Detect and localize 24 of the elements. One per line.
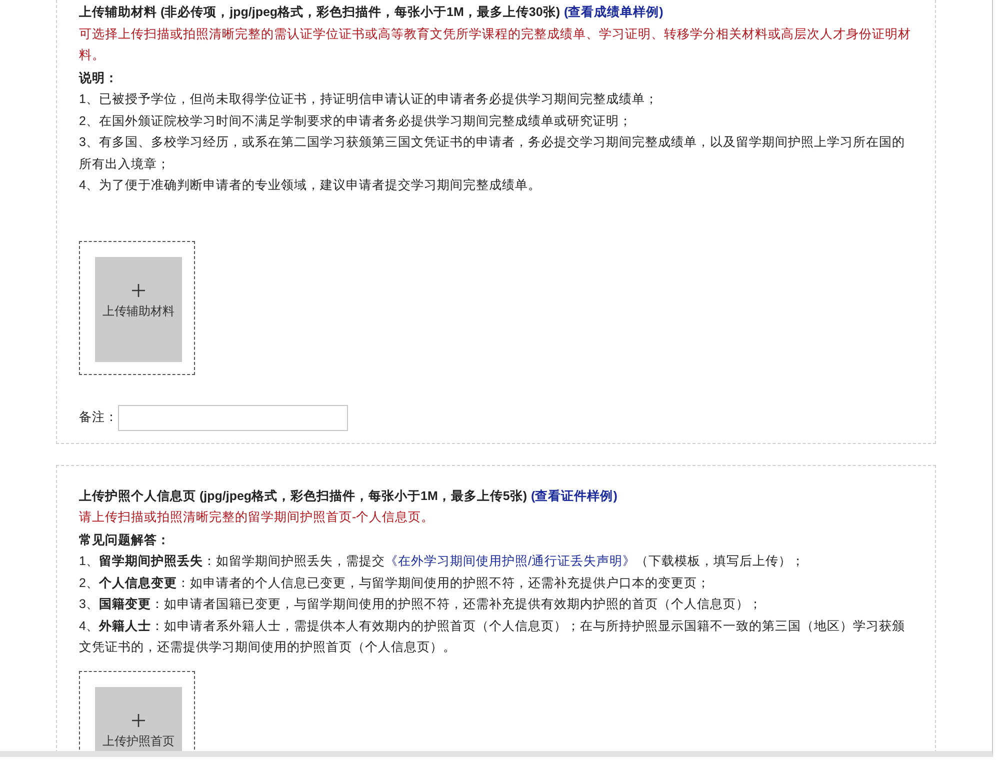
upload-button[interactable]: 上传护照首页 [95, 686, 182, 751]
instruction-text: （下载模板，填写后上传）； [635, 554, 804, 568]
upload-button[interactable]: 上传辅助材料 [95, 256, 182, 362]
note-text: 可选择上传扫描或拍照清晰完整的需认证学位证书或高等教育文凭所学课程的完整成绩单、学习证明、转移学分相关材料或高层次人才身份证明材料。 [79, 26, 912, 64]
section-title: 上传护照个人信息页 (jpg/jpeg格式，彩色扫描件，每张小于1M，最多上传5张) [79, 488, 528, 502]
section-title: 上传辅助材料 (非必传项，jpg/jpeg格式，彩色扫描件，每张小于1M，最多上传30张) [79, 5, 560, 19]
instruction-text: 4、外籍人士：如申请者系外籍人士，需提供本人有效期内的护照首页（个人信息页）；在与所持护照显示国籍不一致的第三国（地区）学习获颁文凭证书的，还需提供学习期间使用的护照首页（个人信息页）。 [79, 618, 905, 654]
instruction-text: 3、有多国、多校学习经历，或系在第二国学习获颁第三国文凭证书的申请者，务必提交学习期间完整成绩单，以及留学期间护照上学习所在国的所有出入境章； [79, 135, 905, 170]
instruction-text: 2、个人信息变更：如申请者的个人信息已变更，与留学期间使用的护照不符，还需补充提供户口本的变更页； [79, 576, 710, 590]
note-text: 请上传扫描或拍照清晰完整的留学期间护照首页-个人信息页。 [79, 509, 436, 526]
sample-link[interactable]: (查看成绩单样例) [564, 5, 664, 19]
section-heading: 说明： [79, 70, 119, 86]
instruction-text: 4、为了便于准确判断申请者的专业领域，建议申请者提交学习期间完整成绩单。 [79, 178, 541, 192]
sample-link[interactable]: (查看证件样例) [531, 488, 618, 502]
instruction-text: 1、已被授予学位，但尚未取得学位证书，持证明信申请认证的申请者务必提供学习期间完整成绩单； [79, 92, 658, 106]
instruction-text: 3、国籍变更：如申请者国籍已变更，与留学期间使用的护照不符，还需补充提供有效期内护照的首页（个人信息页）； [79, 597, 762, 611]
instruction-text: 1、留学期间护照丢失：如留学期间护照丢失，需提交 [79, 554, 385, 568]
remark-label: 备注： [79, 408, 118, 426]
template-link[interactable]: 《在外学习期间使用护照/通行证丢失声明》 [384, 554, 636, 568]
plus-icon [132, 284, 145, 296]
remark-field[interactable] [118, 404, 348, 430]
section-heading: 常见问题解答： [79, 532, 171, 548]
instruction-text: 2、在国外颁证院校学习时间不满足学制要求的申请者务必提供学习期间完整成绩单或研究证明； [79, 114, 632, 128]
plus-icon [132, 714, 145, 726]
